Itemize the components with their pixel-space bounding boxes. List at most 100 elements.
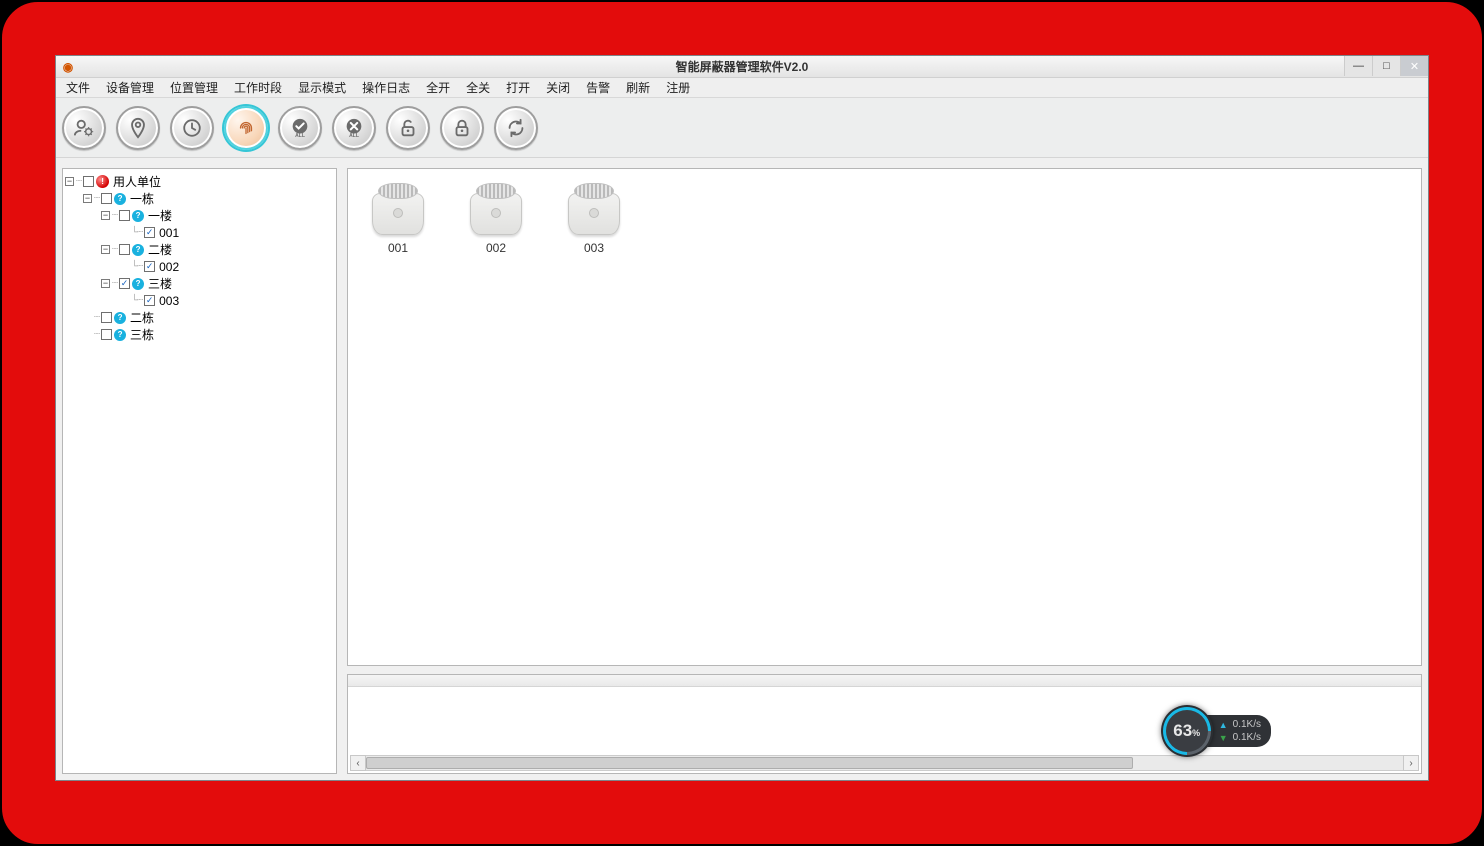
device-label: 003 — [560, 241, 628, 255]
tree-floor-1[interactable]: −┈ ? 一楼 — [101, 207, 334, 224]
menu-display-mode[interactable]: 显示模式 — [290, 78, 354, 97]
tree-label: 一楼 — [146, 207, 174, 224]
tree-label: 002 — [157, 260, 181, 274]
tool-check-all[interactable]: ALL — [278, 106, 322, 150]
checkbox[interactable]: ✓ — [144, 295, 155, 306]
tool-lock[interactable] — [440, 106, 484, 150]
menu-op-log[interactable]: 操作日志 — [354, 78, 418, 97]
checkbox[interactable]: ✓ — [144, 227, 155, 238]
tree-root[interactable]: −┈ ! 用人单位 — [65, 173, 334, 190]
up-caret-icon: ▲ — [1219, 720, 1228, 730]
location-icon: ? — [132, 210, 144, 222]
menu-device-mgmt[interactable]: 设备管理 — [98, 78, 162, 97]
tree-building-2[interactable]: ┈ ? 二栋 — [83, 309, 334, 326]
collapse-icon[interactable]: − — [65, 177, 74, 186]
org-icon: ! — [96, 175, 109, 188]
menu-register[interactable]: 注册 — [658, 78, 698, 97]
device-icon — [566, 181, 622, 235]
window-title: 智能屏蔽器管理软件V2.0 — [56, 58, 1428, 75]
menu-close[interactable]: 关闭 — [538, 78, 578, 97]
collapse-icon[interactable]: − — [101, 245, 110, 254]
menu-file[interactable]: 文件 — [58, 78, 98, 97]
scroll-track[interactable] — [366, 755, 1403, 771]
tree-building-1[interactable]: −┈ ? 一栋 — [83, 190, 334, 207]
down-caret-icon: ▼ — [1219, 733, 1228, 743]
menu-work-period[interactable]: 工作时段 — [226, 78, 290, 97]
location-icon: ? — [114, 312, 126, 324]
minimize-button[interactable]: ― — [1344, 56, 1372, 76]
checkbox[interactable] — [83, 176, 94, 187]
tree-panel[interactable]: −┈ ! 用人单位 −┈ ? 一栋 −┈ — [62, 168, 337, 774]
maximize-button[interactable]: □ — [1372, 56, 1400, 76]
x-all-icon: ALL — [343, 117, 365, 139]
tree-device-003[interactable]: └┈ ✓ 003 — [131, 292, 334, 309]
refresh-icon — [505, 117, 527, 139]
menu-location-mgmt[interactable]: 位置管理 — [162, 78, 226, 97]
collapse-icon[interactable]: − — [83, 194, 92, 203]
horizontal-scrollbar[interactable]: ‹ › — [350, 755, 1419, 771]
checkbox[interactable] — [101, 193, 112, 204]
log-panel-header[interactable] — [348, 675, 1421, 687]
device-icon — [370, 181, 426, 235]
gauge-value: 63% — [1173, 721, 1200, 741]
window-controls: ― □ ✕ — [1344, 56, 1428, 77]
tree-label: 一栋 — [128, 190, 156, 207]
menu-all-on[interactable]: 全开 — [418, 78, 458, 97]
collapse-icon[interactable]: − — [101, 211, 110, 220]
device-item[interactable]: 002 — [462, 181, 530, 255]
tree-building-3[interactable]: ┈ ? 三栋 — [83, 326, 334, 343]
scroll-thumb[interactable] — [366, 757, 1133, 769]
scroll-left-button[interactable]: ‹ — [350, 755, 366, 771]
checkbox[interactable]: ✓ — [119, 278, 130, 289]
device-panel[interactable]: 001 002 003 — [347, 168, 1422, 666]
tool-refresh[interactable] — [494, 106, 538, 150]
location-pin-icon — [127, 117, 149, 139]
location-tree: −┈ ! 用人单位 −┈ ? 一栋 −┈ — [65, 173, 334, 343]
device-item[interactable]: 001 — [364, 181, 432, 255]
right-side: 001 002 003 — [347, 168, 1422, 774]
location-icon: ? — [132, 278, 144, 290]
checkbox[interactable] — [119, 244, 130, 255]
device-label: 002 — [462, 241, 530, 255]
checkbox[interactable]: ✓ — [144, 261, 155, 272]
content-area: −┈ ! 用人单位 −┈ ? 一栋 −┈ — [56, 158, 1428, 780]
checkbox[interactable] — [101, 329, 112, 340]
tree-label: 三栋 — [128, 326, 156, 343]
device-icon — [468, 181, 524, 235]
location-icon: ? — [114, 193, 126, 205]
menu-alarm[interactable]: 告警 — [578, 78, 618, 97]
menu-all-off[interactable]: 全关 — [458, 78, 498, 97]
tool-user-settings[interactable] — [62, 106, 106, 150]
tree-floor-2[interactable]: −┈ ? 二楼 — [101, 241, 334, 258]
usage-gauge: 63% — [1161, 705, 1213, 757]
tool-fingerprint[interactable] — [224, 106, 268, 150]
titlebar[interactable]: ◉ 智能屏蔽器管理软件V2.0 ― □ ✕ — [56, 56, 1428, 78]
tool-unlock[interactable] — [386, 106, 430, 150]
tree-device-002[interactable]: └┈ ✓ 002 — [131, 258, 334, 275]
tool-location[interactable] — [116, 106, 160, 150]
menu-refresh[interactable]: 刷新 — [618, 78, 658, 97]
download-rate: ▼0.1K/s — [1219, 732, 1261, 743]
scroll-right-button[interactable]: › — [1403, 755, 1419, 771]
location-icon: ? — [132, 244, 144, 256]
menu-open[interactable]: 打开 — [498, 78, 538, 97]
tool-x-all[interactable]: ALL — [332, 106, 376, 150]
fingerprint-icon — [235, 117, 257, 139]
tree-floor-3[interactable]: −┈ ✓ ? 三楼 — [101, 275, 334, 292]
device-item[interactable]: 003 — [560, 181, 628, 255]
checkbox[interactable] — [119, 210, 130, 221]
tool-clock[interactable] — [170, 106, 214, 150]
log-panel[interactable]: 63% ▲0.1K/s ▼0.1K/s ‹ › — [347, 674, 1422, 774]
tree-label: 001 — [157, 226, 181, 240]
app-icon: ◉ — [60, 59, 76, 75]
tree-device-001[interactable]: └┈ ✓ 001 — [131, 224, 334, 241]
network-widget[interactable]: 63% ▲0.1K/s ▼0.1K/s — [1161, 705, 1271, 757]
collapse-icon[interactable]: − — [101, 279, 110, 288]
check-all-icon: ALL — [289, 117, 311, 139]
checkbox[interactable] — [101, 312, 112, 323]
tree-label: 三楼 — [146, 275, 174, 292]
tree-label: 二栋 — [128, 309, 156, 326]
upload-rate: ▲0.1K/s — [1219, 719, 1261, 730]
user-gear-icon — [73, 117, 95, 139]
close-button[interactable]: ✕ — [1400, 56, 1428, 76]
